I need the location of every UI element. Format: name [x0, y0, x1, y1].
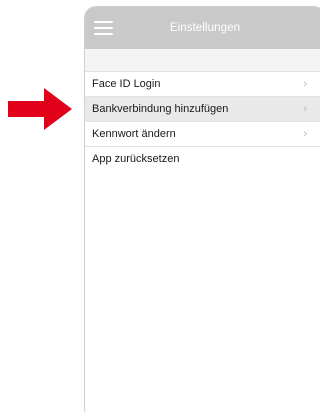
- right-arrow-icon: [8, 88, 72, 130]
- settings-item-label: Bankverbindung hinzufügen: [92, 103, 229, 115]
- hamburger-menu-icon[interactable]: [94, 21, 113, 35]
- settings-item-label: Face ID Login: [92, 78, 161, 90]
- settings-item-reset-app[interactable]: App zurücksetzen: [85, 147, 320, 171]
- settings-item-change-password[interactable]: Kennwort ändern ›: [85, 122, 320, 147]
- settings-item-label: App zurücksetzen: [92, 153, 180, 165]
- section-spacer: [85, 49, 320, 72]
- settings-item-add-bank-account[interactable]: Bankverbindung hinzufügen ›: [85, 97, 320, 122]
- navigation-bar: Einstellungen: [85, 7, 320, 49]
- phone-frame: Einstellungen Face ID Login › Bankverbin…: [84, 6, 320, 412]
- page-title: Einstellungen: [169, 22, 241, 34]
- screen: Einstellungen Face ID Login › Bankverbin…: [0, 0, 320, 412]
- chevron-right-icon: ›: [303, 128, 307, 140]
- settings-item-face-id-login[interactable]: Face ID Login ›: [85, 72, 320, 97]
- settings-item-label: Kennwort ändern: [92, 128, 176, 140]
- chevron-right-icon: ›: [303, 103, 307, 115]
- chevron-right-icon: ›: [303, 78, 307, 90]
